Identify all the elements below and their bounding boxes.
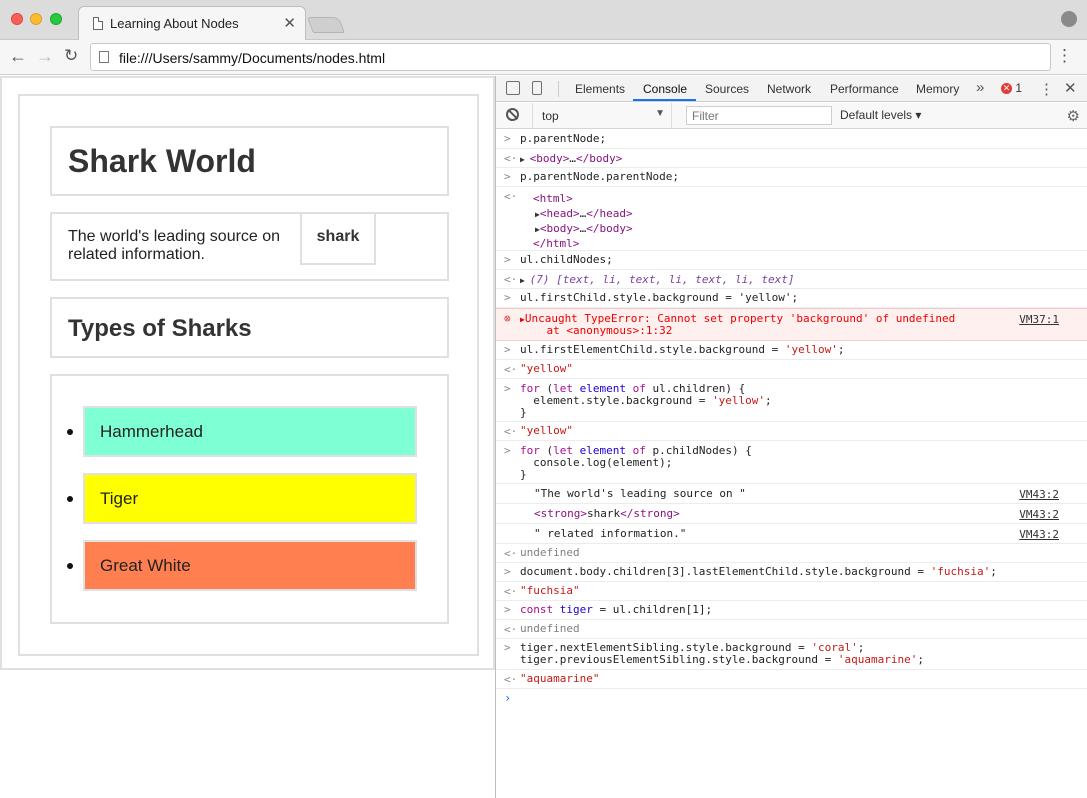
strong-text: shark (300, 212, 376, 265)
devtools-close-icon[interactable]: ✕ (1064, 79, 1077, 97)
window-minimize-button[interactable] (30, 13, 42, 25)
bullet (67, 496, 73, 502)
console-result-row: <· ▶ <body>…</body> (496, 149, 1087, 168)
tab-sources[interactable]: Sources (705, 82, 749, 96)
tab-close-icon[interactable]: ✕ (283, 14, 296, 32)
paragraph-text: The world's leading source on related in… (68, 228, 281, 263)
list-item-label: Hammerhead (100, 422, 203, 441)
divider (558, 81, 559, 97)
devtools-panel: Elements Console Sources Network Perform… (495, 76, 1087, 798)
console-output[interactable]: > p.parentNode; <· ▶ <body>…</body> > p.… (496, 130, 1087, 798)
browser-tab[interactable]: Learning About Nodes ✕ (78, 6, 306, 40)
forward-arrow-icon[interactable]: → (36, 46, 54, 67)
console-input-row: > document.body.children[3].lastElementC… (496, 563, 1087, 582)
console-result-row: <· undefined (496, 620, 1087, 639)
back-arrow-icon[interactable]: ← (9, 46, 27, 67)
list-item-label: Tiger (100, 489, 139, 508)
chevron-down-icon: ▼ (655, 108, 665, 119)
error-icon: ✕ (1001, 83, 1012, 94)
tab-network[interactable]: Network (767, 82, 811, 96)
source-link[interactable]: VM43:2 (1019, 508, 1059, 521)
inspect-element-icon[interactable] (506, 81, 520, 95)
devtools-tab-bar: Elements Console Sources Network Perform… (496, 76, 1087, 102)
console-input-row: > p.parentNode; (496, 130, 1087, 149)
page-viewport: Shark World The world's leading source o… (0, 76, 495, 798)
console-input-row: > ul.childNodes; (496, 251, 1087, 270)
log-levels-dropdown[interactable]: Default levels ▾ (840, 108, 921, 122)
console-result-row: <· "fuchsia" (496, 582, 1087, 601)
browser-toolbar: ← → ↻ file:///Users/sammy/Documents/node… (0, 40, 1087, 75)
console-input-row: > for (let element of p.childNodes) { co… (496, 441, 1087, 484)
document-icon (93, 17, 103, 30)
list-item-tiger: Tiger (67, 473, 417, 524)
console-error-row: ⊗ ▶Uncaught TypeError: Cannot set proper… (496, 308, 1087, 341)
tab-elements[interactable]: Elements (575, 82, 625, 96)
devtools-menu-icon[interactable]: ⋮ (1039, 80, 1054, 98)
clear-console-icon[interactable] (506, 108, 519, 121)
console-result-row: <· "yellow" (496, 422, 1087, 441)
h2-box: Types of Sharks (50, 297, 449, 358)
bullet (67, 429, 73, 435)
more-tabs-icon[interactable]: » (976, 79, 984, 96)
source-link[interactable]: VM43:2 (1019, 528, 1059, 541)
list-box: Hammerhead Tiger Great White (50, 374, 449, 624)
tab-performance[interactable]: Performance (830, 82, 899, 96)
console-log-row: "The world's leading source on " VM43:2 (496, 484, 1087, 504)
page-icon (99, 51, 109, 63)
page-body-box: Shark World The world's leading source o… (18, 94, 479, 656)
filter-input[interactable]: Filter (686, 106, 832, 125)
window-maximize-button[interactable] (50, 13, 62, 25)
console-input-row: > p.parentNode.parentNode; (496, 168, 1087, 187)
gear-icon[interactable]: ⚙ (1067, 107, 1080, 125)
tab-console[interactable]: Console (643, 82, 687, 96)
console-log-row: " related information." VM43:2 (496, 524, 1087, 544)
error-count-badge[interactable]: ✕ 1 (1001, 81, 1022, 95)
section-heading: Types of Sharks (68, 315, 252, 342)
context-selector[interactable]: top ▼ (532, 103, 672, 128)
h1-box: Shark World (50, 126, 449, 196)
console-result-row: <· undefined (496, 544, 1087, 563)
bullet (67, 563, 73, 569)
source-link[interactable]: VM43:2 (1019, 488, 1059, 501)
console-result-row: <· "aquamarine" (496, 670, 1087, 689)
tab-memory[interactable]: Memory (916, 82, 959, 96)
console-prompt[interactable]: › (504, 691, 511, 705)
new-tab-button[interactable] (307, 17, 345, 33)
list-item-great-white: Great White (67, 540, 417, 591)
source-link[interactable]: VM37:1 (1019, 313, 1059, 326)
profile-icon[interactable] (1061, 11, 1077, 27)
error-icon: ⊗ (504, 312, 511, 325)
console-input-row: > for (let element of ul.children) { ele… (496, 379, 1087, 422)
url-text[interactable]: file:///Users/sammy/Documents/nodes.html (119, 50, 385, 66)
device-toolbar-icon[interactable] (532, 81, 542, 95)
console-log-row: <strong>shark</strong> VM43:2 (496, 504, 1087, 524)
error-count: 1 (1015, 81, 1023, 95)
list-item-label: Great White (100, 556, 191, 575)
browser-menu-icon[interactable]: ⋮ (1056, 47, 1073, 64)
console-input-row: > ul.firstElementChild.style.background … (496, 341, 1087, 360)
list-item-hammerhead: Hammerhead (67, 406, 417, 457)
console-result-row: <· "yellow" (496, 360, 1087, 379)
console-input-row: > const tiger = ul.children[1]; (496, 601, 1087, 620)
address-bar[interactable]: file:///Users/sammy/Documents/nodes.html (90, 43, 1051, 71)
browser-window: Learning About Nodes ✕ ← → ↻ file:///Use… (0, 0, 1087, 798)
filter-placeholder: Filter (692, 109, 719, 123)
context-value: top (542, 109, 559, 123)
console-input-row: > tiger.nextElementSibling.style.backgro… (496, 639, 1087, 670)
tab-title: Learning About Nodes (110, 16, 239, 31)
reload-icon[interactable]: ↻ (64, 46, 78, 66)
console-result-row: <· ▶ (7) [text, li, text, li, text, li, … (496, 270, 1087, 289)
console-input-row: > ul.firstChild.style.background = 'yell… (496, 289, 1087, 308)
page-heading: Shark World (68, 143, 256, 179)
window-close-button[interactable] (11, 13, 23, 25)
tab-bar: Learning About Nodes ✕ (0, 0, 1087, 40)
console-toolbar: top ▼ Filter Default levels ▾ ⚙ (496, 103, 1087, 129)
paragraph-box: The world's leading source on related in… (50, 212, 449, 281)
active-tab-indicator (633, 99, 696, 101)
console-result-row: <· <html> ▶<head>…</head> ▶<body>…</body… (496, 187, 1087, 251)
page-html-box: Shark World The world's leading source o… (0, 76, 495, 670)
